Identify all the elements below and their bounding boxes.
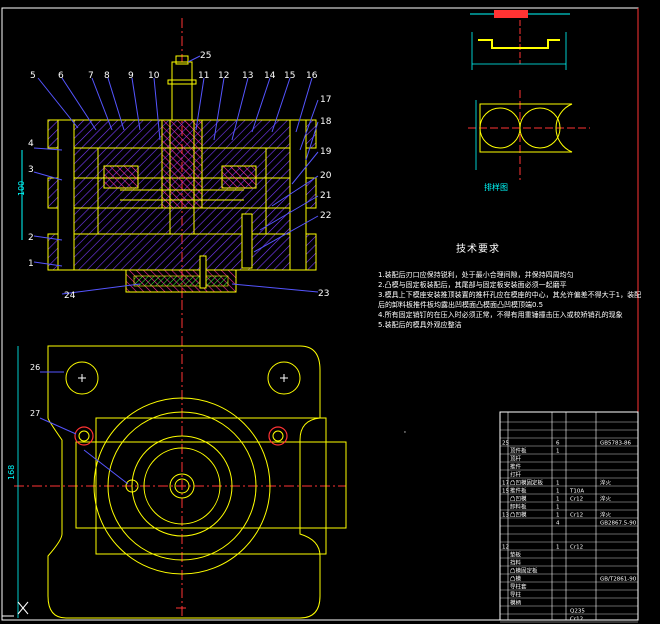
table-cell-name: 导柱: [510, 591, 522, 599]
part-profile-view: [470, 10, 570, 70]
ucs-axis-icon: [1, 601, 29, 617]
label-top-12: 16: [306, 71, 318, 81]
table-cell-qty: 1: [556, 481, 560, 487]
table-cell-name: 凸凹模固定板: [510, 479, 544, 487]
table-cell-name: 推件: [510, 463, 522, 471]
label-top-2: 6: [58, 71, 64, 81]
tech-item-3: 3.模具上下模座安装推顶装置的推杆孔应在模座的中心，其允许偏差不得大于1，装配后…: [378, 291, 642, 309]
table-cell-name: 推件板: [510, 487, 527, 495]
table-cell-name: 凸模: [510, 575, 522, 583]
label-top-3: 7: [88, 71, 94, 81]
label-top-11: 15: [284, 71, 295, 81]
label-left-3: 2: [28, 233, 34, 243]
tech-item-1: 1.装配后刃口应保持锐利，处于最小合理间隙，并保持四周均匀: [378, 271, 574, 279]
table-cell-qty: 1: [556, 545, 560, 551]
table-cell-name: 打杆: [510, 471, 522, 479]
label-top-9: 13: [242, 71, 253, 81]
table-cell-qty: 1: [556, 513, 560, 519]
plan-label-27: 27: [30, 409, 40, 418]
table-cell-name: 垫板: [510, 551, 522, 559]
table-cell-qty: 6: [556, 441, 560, 447]
section-view: [21, 18, 319, 300]
table-cell-std: GB5783-86: [600, 441, 632, 447]
plan-dim-168: 168: [7, 465, 16, 480]
tech-item-4: 4.所有固定销钉的在压入时必须正常，不得有用重锤撞击压入或校矫销孔的现象: [378, 311, 623, 319]
table-cell-mat: Cr12: [570, 497, 583, 503]
table-cell-name: 凸凹模: [510, 495, 527, 503]
strip-layout-caption: 排样图: [484, 182, 508, 192]
table-cell-no: 25: [502, 441, 509, 447]
table-cell-name: 挡料: [510, 559, 522, 567]
table-cell-std: GB/T2861-90: [600, 577, 637, 583]
parts-table: 25 6 GB5783-86 顶件板 1 顶杆推件打杆17 凸凹模固定板 1 淬火 15 推件板 1 T…: [500, 421, 638, 623]
label-top-5: 9: [128, 71, 134, 81]
table-cell-qty: 1: [556, 497, 560, 503]
plan-label-26: 26: [30, 363, 40, 372]
table-cell-name: 凸凹模: [510, 511, 527, 519]
table-cell-mat: Cr12: [570, 617, 583, 623]
tech-requirements-list: 1.装配后刃口应保持锐利，处于最小合理间隙，并保持四周均匀 2.凸模与固定板装配…: [378, 270, 648, 330]
table-cell-name: 导柱套: [510, 583, 527, 591]
table-cell-qty: 1: [556, 505, 560, 511]
label-right-6: 22: [320, 211, 331, 221]
label-right-5: 21: [320, 191, 331, 201]
dim-100: 100: [17, 181, 26, 196]
table-cell-mat: Cr12: [570, 513, 583, 519]
table-cell-no: 13: [502, 513, 509, 519]
table-cell-name: 凸模固定板: [510, 567, 538, 575]
label-pin: 25: [200, 51, 211, 61]
label-left-2: 3: [28, 165, 34, 175]
label-right-3: 19: [320, 147, 332, 157]
label-top-1: 5: [30, 71, 36, 81]
tech-requirements-title: 技术要求: [456, 244, 500, 255]
label-left-1: 4: [28, 139, 34, 149]
label-top-10: 14: [264, 71, 276, 81]
label-top-8: 12: [218, 71, 229, 81]
label-right-2: 18: [320, 117, 332, 127]
table-cell-mat: T10A: [569, 489, 584, 495]
table-cell-mat: Q235: [570, 609, 585, 615]
table-cell-std: 淬火: [600, 511, 612, 519]
table-cell-no: 12: [502, 545, 509, 551]
strip-layout-view: [468, 90, 590, 180]
table-cell-name: 卸料板: [510, 503, 527, 511]
table-cell-std: 淬火: [600, 479, 612, 487]
table-cell-std: 淬火: [600, 495, 612, 503]
table-cell-no: 15: [502, 489, 509, 495]
table-cell-mat: Cr12: [570, 545, 583, 551]
table-cell-qty: 1: [556, 449, 560, 455]
label-top-7: 11: [198, 71, 209, 81]
label-left-4: 1: [28, 259, 34, 269]
plan-view: [14, 300, 347, 619]
table-cell-no: 17: [502, 481, 509, 487]
table-cell-name: 顶杆: [510, 455, 522, 463]
label-top-4: 8: [104, 71, 110, 81]
label-right-1: 17: [320, 95, 331, 105]
table-cell-name: 模柄: [510, 599, 522, 607]
label-bottom-left: 24: [64, 291, 76, 301]
svg-text:': ': [404, 430, 406, 438]
table-cell-name: 顶件板: [510, 447, 527, 455]
table-cell-qty: 4: [556, 521, 560, 527]
tech-item-5: 5.装配后的模具外观应整洁: [378, 321, 462, 329]
label-bottom-right: 23: [318, 289, 329, 299]
label-top-6: 10: [148, 71, 160, 81]
tech-item-2: 2.凸模与固定板装配后，其尾部与固定板安装面必须一起磨平: [378, 281, 567, 289]
cad-drawing-canvas[interactable]: { "colors": { "background": "#000000", "…: [0, 0, 660, 624]
label-right-4: 20: [320, 171, 332, 181]
table-cell-qty: 1: [556, 489, 560, 495]
table-cell-std: GB2867.5-90: [600, 521, 637, 527]
